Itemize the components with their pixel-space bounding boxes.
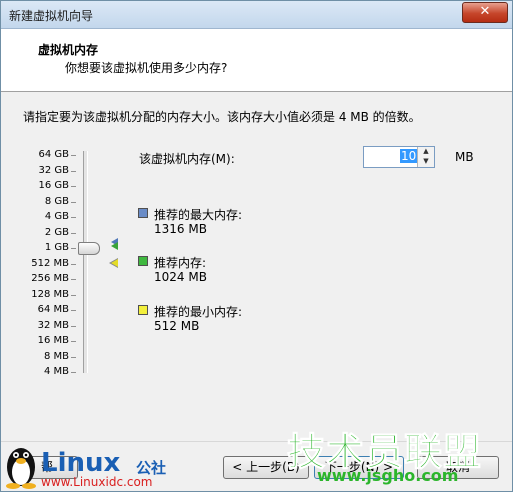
blue-square-icon [138, 208, 148, 218]
scale-tick-mark [71, 155, 76, 156]
scale-tick: 4 GB [44, 211, 69, 222]
window-title: 新建虚拟机向导 [9, 9, 94, 23]
scale-tick: 16 GB [38, 180, 69, 191]
scale-tick-mark [71, 233, 76, 234]
yellow-square-icon [138, 305, 148, 315]
scale-tick: 128 MB [31, 289, 69, 300]
scale-tick-mark [71, 295, 76, 296]
legend-title: 推荐内存: [154, 256, 207, 270]
scale-tick: 64 MB [37, 304, 69, 315]
legend-value: 1316 MB [154, 222, 207, 236]
scale-tick: 32 GB [38, 165, 69, 176]
memory-unit: MB [455, 150, 474, 164]
scale-tick: 256 MB [31, 273, 69, 284]
scale-tick-mark [71, 202, 76, 203]
scale-tick: 16 MB [37, 335, 69, 346]
close-button[interactable]: ✕ [462, 2, 508, 23]
scale-tick-mark [71, 326, 76, 327]
scale-tick: 32 MB [37, 320, 69, 331]
scale-tick-mark [71, 217, 76, 218]
scale-tick: 512 MB [31, 258, 69, 269]
wizard-header: 虚拟机内存 你想要该虚拟机使用多少内存? [1, 29, 512, 92]
spin-down-icon[interactable]: ▼ [418, 157, 434, 166]
memory-slider-track[interactable] [83, 151, 88, 373]
scale-tick-mark [71, 248, 76, 249]
scale-tick-mark [71, 357, 76, 358]
title-bar: 新建虚拟机向导 ✕ [1, 1, 512, 29]
wizard-window: 新建虚拟机向导 ✕ 虚拟机内存 你想要该虚拟机使用多少内存? 请指定要为该虚拟机… [0, 0, 513, 492]
spin-buttons: ▲ ▼ [417, 147, 434, 167]
memory-label: 该虚拟机内存(M): [139, 152, 235, 166]
spin-up-icon[interactable]: ▲ [418, 147, 434, 156]
tux-penguin-icon [6, 448, 36, 489]
scale-tick-mark [71, 341, 76, 342]
legend-value: 512 MB [154, 319, 200, 333]
recommended-min-marker [111, 259, 118, 267]
scale-tick-mark [71, 264, 76, 265]
jsgho-url: www.jsgho.com [317, 466, 459, 485]
page-title: 虚拟机内存 [38, 43, 99, 57]
scale-tick-mark [71, 310, 76, 311]
scale-tick: 8 MB [43, 351, 69, 362]
linux-brand: Linux [41, 448, 121, 478]
scale-tick: 2 GB [44, 227, 69, 238]
memory-description: 请指定要为该虚拟机分配的内存大小。该内存大小值必须是 4 MB 的倍数。 [23, 110, 421, 124]
recommended-marker [111, 242, 118, 250]
legend-title: 推荐的最小内存: [154, 305, 243, 319]
scale-tick-mark [71, 279, 76, 280]
scale-tick: 1 GB [44, 242, 69, 253]
memory-slider-thumb[interactable] [78, 242, 100, 255]
scale-tick: 64 GB [38, 149, 69, 160]
scale-tick: 4 MB [43, 366, 69, 377]
scale-tick-mark [71, 186, 76, 187]
memory-scale: 64 GB 32 GB 16 GB 8 GB 4 GB 2 GB 1 GB 51… [11, 147, 69, 387]
scale-tick-mark [71, 372, 76, 373]
linux-url: www.Linuxidc.com [41, 475, 153, 489]
legend-value: 1024 MB [154, 270, 207, 284]
legend-title: 推荐的最大内存: [154, 208, 243, 222]
scale-tick: 8 GB [44, 196, 69, 207]
memory-spinbox[interactable]: 1024 ▲ ▼ [363, 146, 435, 168]
scale-tick-mark [71, 171, 76, 172]
page-subtitle: 你想要该虚拟机使用多少内存? [65, 61, 228, 75]
green-square-icon [138, 256, 148, 266]
